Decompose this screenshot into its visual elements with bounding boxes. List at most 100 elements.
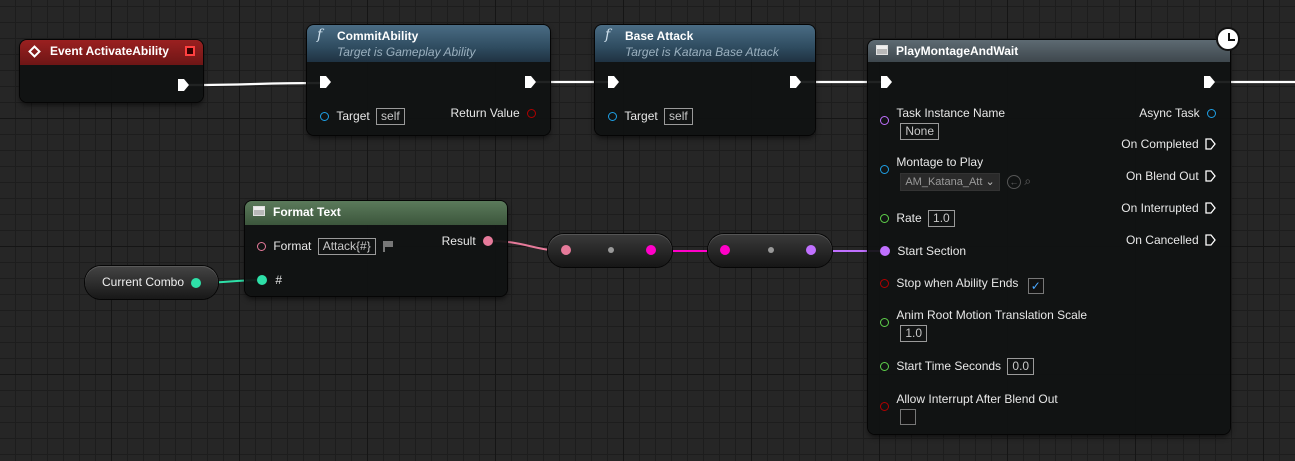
stop-when-ability-ends-checkbox[interactable]: ✓ [1027, 278, 1044, 294]
hash-label: # [275, 273, 283, 287]
exec-out-pin-outline [1205, 170, 1216, 182]
start-time-seconds-pin[interactable]: Start Time Seconds 0.0 [880, 358, 1035, 375]
async-task-pin[interactable]: Async Task [1139, 106, 1216, 120]
target-pin[interactable]: Target self [608, 108, 693, 125]
name-pin-icon [880, 116, 889, 125]
chevron-down-icon: ⌄ [985, 176, 995, 188]
exec-out-pin[interactable] [178, 79, 189, 91]
format-pin[interactable]: Format Attack{#} [257, 238, 394, 255]
return-value-pin[interactable]: Return Value [450, 106, 536, 120]
int-pin-icon[interactable] [191, 278, 201, 288]
anim-root-motion-pin[interactable]: Anim Root Motion Translation Scale 1.0 [880, 308, 1087, 342]
text-pin-icon [483, 236, 493, 246]
montage-node-header: PlayMontageAndWait [868, 40, 1230, 62]
start-time-seconds-value[interactable]: 0.0 [1007, 358, 1035, 375]
format-value[interactable]: Attack{#} [317, 238, 376, 255]
format-text-node-header: Format Text [245, 201, 507, 225]
exec-in-pin[interactable] [881, 76, 892, 88]
anim-root-motion-value[interactable]: 1.0 [900, 325, 928, 342]
exec-out-pin-outline [1205, 202, 1216, 214]
montage-node-title: PlayMontageAndWait [896, 44, 1019, 58]
exec-in-pin[interactable] [608, 76, 619, 88]
format-text-node[interactable]: Format Text Format Attack{#} Result # [245, 201, 507, 296]
string-pin-icon[interactable] [720, 245, 730, 255]
on-blend-out-pin[interactable]: On Blend Out [1126, 169, 1216, 183]
object-pin-icon [1207, 109, 1216, 118]
float-pin-icon [880, 362, 889, 371]
stop-when-ability-ends-label: Stop when Ability Ends [896, 276, 1019, 290]
current-combo-variable-node[interactable]: Current Combo [85, 266, 218, 299]
reroute-center-dot [768, 247, 774, 253]
function-icon: f [317, 27, 323, 43]
result-pin[interactable]: Result [442, 234, 493, 248]
target-label: Target [624, 109, 658, 123]
function-icon: f [605, 27, 611, 43]
on-cancelled-pin[interactable]: On Cancelled [1126, 233, 1216, 247]
reroute-node-1[interactable] [548, 234, 672, 267]
reroute-node-2[interactable] [708, 234, 832, 267]
checkmark-icon: ✓ [1030, 279, 1041, 293]
on-completed-label: On Completed [1121, 137, 1199, 151]
browse-arrow-icon[interactable]: ← [1007, 175, 1022, 189]
base-attack-node[interactable]: f Base Attack Target is Katana Base Atta… [595, 25, 815, 135]
allow-interrupt-pin[interactable]: Allow Interrupt After Blend Out [880, 392, 1058, 425]
task-node-icon [253, 206, 265, 216]
stop-when-ability-ends-pin[interactable]: Stop when Ability Ends ✓ [880, 276, 1044, 294]
return-value-label: Return Value [450, 106, 520, 120]
object-pin-icon [320, 112, 329, 121]
montage-to-play-label: Montage to Play [896, 155, 984, 169]
rate-pin[interactable]: Rate 1.0 [880, 210, 955, 227]
flag-icon[interactable] [383, 241, 394, 252]
event-node-header: Event ActivateAbility [20, 40, 203, 65]
exec-out-pin[interactable] [525, 76, 536, 88]
float-pin-icon [880, 318, 889, 327]
on-cancelled-label: On Cancelled [1125, 233, 1199, 247]
object-pin-icon [608, 112, 617, 121]
play-montage-and-wait-node[interactable]: PlayMontageAndWait Task Instance Name No… [868, 27, 1240, 434]
string-pin-icon[interactable] [646, 245, 656, 255]
event-node-title: Event ActivateAbility [50, 44, 169, 58]
exec-out-pin[interactable] [1204, 76, 1215, 88]
search-icon[interactable]: ⌕ [1024, 174, 1031, 188]
on-interrupted-pin[interactable]: On Interrupted [1121, 201, 1216, 215]
exec-out-pin-outline [1205, 234, 1216, 246]
start-section-pin[interactable]: Start Section [880, 244, 966, 258]
target-value[interactable]: self [664, 108, 693, 125]
text-pin-icon [257, 242, 266, 251]
hash-pin[interactable]: # [257, 273, 282, 287]
on-interrupted-label: On Interrupted [1121, 201, 1199, 215]
current-combo-label: Current Combo [102, 275, 185, 289]
montage-asset-dropdown[interactable]: AM_Katana_Att ⌄ [900, 173, 1000, 191]
task-instance-name-pin[interactable]: Task Instance Name None [880, 106, 1005, 140]
exec-out-pin[interactable] [790, 76, 801, 88]
name-pin-icon [880, 246, 890, 256]
event-activate-ability-node[interactable]: Event ActivateAbility [20, 40, 203, 102]
clock-icon [1216, 27, 1240, 51]
result-label: Result [441, 234, 476, 248]
int-pin-icon [257, 275, 267, 285]
float-pin-icon [880, 214, 889, 223]
name-pin-icon[interactable] [806, 245, 816, 255]
rate-value[interactable]: 1.0 [928, 210, 955, 227]
commit-node-subtitle: Target is Gameplay Ability [337, 45, 476, 59]
object-pin-icon [880, 165, 889, 174]
format-label: Format [273, 239, 312, 253]
montage-to-play-pin[interactable]: Montage to Play AM_Katana_Att ⌄ ← ⌕ [880, 155, 1031, 191]
target-pin[interactable]: Target self [320, 108, 405, 125]
reroute-center-dot [608, 247, 614, 253]
event-delegate-icon [185, 46, 195, 56]
montage-asset-value: AM_Katana_Att [905, 176, 983, 188]
on-completed-pin[interactable]: On Completed [1121, 137, 1216, 151]
exec-in-pin[interactable] [320, 76, 331, 88]
async-task-label: Async Task [1139, 106, 1200, 120]
base-attack-node-header: f Base Attack Target is Katana Base Atta… [595, 25, 815, 62]
exec-out-pin-outline [1205, 138, 1216, 150]
target-value[interactable]: self [376, 108, 405, 125]
allow-interrupt-checkbox[interactable] [900, 409, 917, 425]
commit-ability-node[interactable]: f CommitAbility Target is Gameplay Abili… [307, 25, 550, 135]
task-instance-name-label: Task Instance Name [896, 106, 1006, 120]
text-pin-icon[interactable] [561, 245, 571, 255]
anim-root-motion-label: Anim Root Motion Translation Scale [896, 308, 1088, 322]
task-instance-name-value[interactable]: None [900, 123, 940, 140]
task-node-icon [876, 45, 888, 55]
